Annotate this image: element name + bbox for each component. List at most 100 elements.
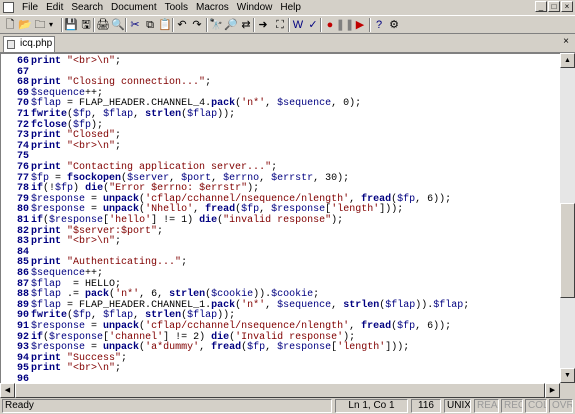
line-code: $fp = fsockopen($server, $port, $errno, … [31,172,350,184]
save-all-icon[interactable]: 🖫 [79,18,93,32]
toolbar-separator [172,18,174,32]
scroll-up-button[interactable]: ▲ [560,53,575,68]
menu-tools[interactable]: Tools [161,1,192,14]
open-folder-icon[interactable]: 📂 [18,18,32,32]
cursor-position: Ln 1, Co 1 [335,399,408,413]
line-code: print "Contacting application server..."… [31,162,278,173]
menu-search[interactable]: Search [67,1,107,14]
settings-icon[interactable]: ⚙ [387,18,401,32]
line-number: 96 [16,374,29,383]
line-number: 89 [16,299,29,311]
code-line[interactable]: 88 $flap .= pack('n*', 6, strlen($cookie)… [1,289,560,300]
code-line[interactable]: 66 print "<br>\n"; [1,56,560,67]
paste-icon[interactable]: 📋 [158,18,172,32]
line-code: fclose($fp); [31,119,104,131]
menu-edit[interactable]: Edit [42,1,67,14]
line-number: 86 [16,268,29,279]
code-line[interactable]: 74 print "<br>\n"; [1,141,560,152]
read-only-indicator: READ [474,399,499,413]
column-mode-indicator: COL [525,399,547,413]
menu-help[interactable]: Help [276,1,305,14]
open-project-icon[interactable]: 🗀 [33,18,47,32]
line-number: 95 [16,363,29,375]
horizontal-scroll-thumb[interactable] [15,383,545,398]
spell-check-icon[interactable]: ✓ [306,18,320,32]
restore-button[interactable]: □ [548,1,560,12]
code-line[interactable]: 71 fwrite($fp, $flap, strlen($flap)); [1,109,560,120]
line-number: 69 [16,87,29,99]
code-line[interactable]: 78 if(!$fp) die("Error $errno: $errstr"); [1,183,560,194]
menu-document[interactable]: Document [107,1,161,14]
code-line[interactable]: 77 $fp = fsockopen($server, $port, $errno… [1,173,560,184]
toolbar-separator [125,18,127,32]
open-dropdown-icon[interactable]: ▾ [47,18,55,32]
code-line[interactable]: 86 $sequence++; [1,268,560,279]
scroll-right-button[interactable]: ▶ [545,383,560,398]
line-number: 68 [16,77,29,89]
menu-file[interactable]: File [18,1,42,14]
scroll-down-button[interactable]: ▼ [560,368,575,383]
scroll-left-button[interactable]: ◀ [0,383,15,398]
fullscreen-icon[interactable]: ⛶ [273,18,287,32]
find-icon[interactable]: 🔭 [209,18,223,32]
tab-icq-php[interactable]: icq.php [3,36,55,52]
code-line[interactable]: 93 $response = unpack('a*dummy', fread($f… [1,342,560,353]
line-code: $sequence++; [31,268,104,279]
code-line[interactable]: 76 print "Contacting application server..… [1,162,560,173]
word-wrap-icon[interactable]: W [291,18,305,32]
line-number: 77 [16,172,29,184]
pause-macro-icon[interactable]: ❚❚ [336,18,354,32]
menu: File Edit Search Document Tools Macros Window H… [18,1,305,14]
cut-icon[interactable]: ✂ [128,18,142,32]
close-button[interactable]: × [561,1,573,12]
print-preview-icon[interactable]: 🔍 [111,18,125,32]
line-number: 94 [16,352,29,364]
line-number: 92 [16,331,29,343]
code-line[interactable]: 73 print "Closed"; [1,130,560,141]
code-line[interactable]: 87 $flap = HELLO; [1,279,560,290]
goto-icon[interactable]: ➜ [256,18,270,32]
menu-macros[interactable]: Macros [192,1,233,14]
code-line[interactable]: 91 $response = unpack('cflap/cchannel/nse… [1,321,560,332]
code-line[interactable]: 80 $response = unpack('Nhello', fread($fp… [1,204,560,215]
print-icon[interactable]: 🖨 [96,18,110,32]
code-line[interactable]: 81 if($response['hello'] != 1) die("inval… [1,215,560,226]
code-line[interactable]: 95 print "<br>\n"; [1,363,560,374]
menu-window[interactable]: Window [233,1,277,14]
redo-icon[interactable]: ↷ [190,18,204,32]
code-line[interactable]: 75 [1,151,560,162]
code-line[interactable]: 85 print "Authenticating..."; [1,257,560,268]
vertical-scrollbar[interactable]: ▲ ▼ [560,53,575,383]
save-icon[interactable]: 💾 [64,18,78,32]
minimize-button[interactable]: _ [535,1,547,12]
help-icon[interactable]: ? [372,18,386,32]
close-tab-button[interactable]: × [560,36,572,48]
code-line[interactable]: 96 [1,374,560,383]
line-code: fwrite($fp, $flap, strlen($flap)); [31,109,236,120]
find-next-icon[interactable]: 🔎 [224,18,238,32]
line-number: 79 [16,193,29,205]
code-editor[interactable]: 66 print "<br>\n"; 67 68 print "Closing conn… [0,53,560,383]
code-line[interactable]: 83 print "<br>\n"; [1,236,560,247]
toolbar-separator [206,18,208,32]
vertical-scroll-thumb[interactable] [560,203,575,298]
horizontal-scrollbar[interactable]: ◀ ▶ [0,383,560,398]
replace-icon[interactable]: ⇄ [239,18,253,32]
code-line[interactable]: 72 fclose($fp); [1,120,560,131]
code-line[interactable]: 70 $flap = FLAP_HEADER.CHANNEL_4.pack('n*… [1,98,560,109]
play-macro-icon[interactable]: ▶ [353,18,367,32]
line-number: 84 [16,246,29,258]
copy-icon[interactable]: ⧉ [143,18,157,32]
new-file-icon[interactable]: 🗋 [3,18,17,32]
app-icon[interactable] [3,2,14,13]
code-line[interactable]: 68 print "Closing connection..."; [1,77,560,88]
code-line[interactable]: 67 [1,67,560,78]
code-line[interactable]: 92 if($response['channel'] != 2) die('Inv… [1,332,560,343]
line-code: $response = unpack('cflap/cchannel/nsequ… [31,321,452,332]
code-line[interactable]: 82 print "$server:$port"; [1,226,560,237]
line-ending-indicator[interactable]: UNIX [444,399,471,413]
tab-label: icq.php [20,38,53,49]
line-number: 66 [16,56,29,67]
undo-icon[interactable]: ↶ [175,18,189,32]
code-line[interactable]: 90 fwrite($fp, $flap, strlen($flap)); [1,310,560,321]
